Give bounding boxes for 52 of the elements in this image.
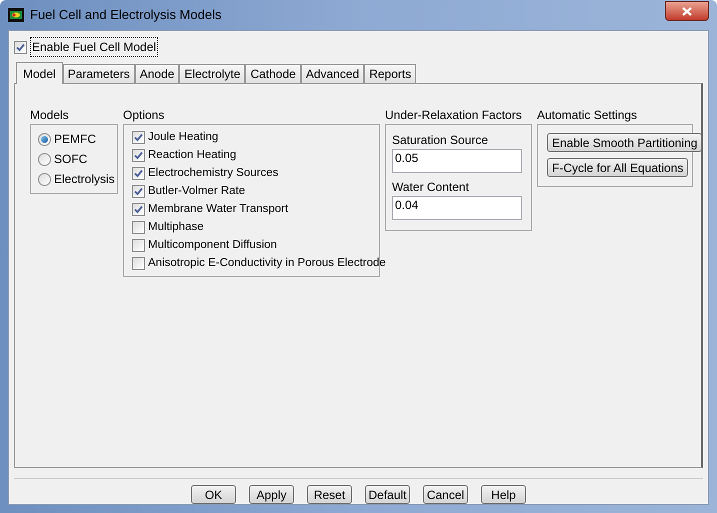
- input-field[interactable]: 0.04: [392, 196, 522, 220]
- group-title: Automatic Settings: [537, 107, 638, 124]
- settings-button[interactable]: Enable Smooth Partitioning: [547, 133, 702, 152]
- tab[interactable]: Electrolyte: [179, 64, 246, 83]
- dialog-button[interactable]: Apply: [249, 485, 294, 504]
- tab[interactable]: Cathode: [245, 64, 301, 83]
- radio-button[interactable]: [38, 172, 51, 186]
- radio-button[interactable]: [38, 132, 51, 146]
- checkbox[interactable]: [14, 40, 27, 54]
- checkbox-label: Enable Fuel Cell Model: [30, 37, 158, 57]
- close-icon: [682, 6, 692, 16]
- checkbox[interactable]: [132, 167, 145, 180]
- checkbox-label: Multicomponent Diffusion: [148, 238, 277, 253]
- input-field[interactable]: 0.05: [392, 149, 522, 173]
- checkbox[interactable]: [132, 257, 145, 270]
- close-button[interactable]: [665, 1, 709, 21]
- field-label: Water Content: [392, 179, 470, 196]
- window-title: Fuel Cell and Electrolysis Models: [30, 6, 222, 24]
- checkbox[interactable]: [132, 185, 145, 198]
- tab[interactable]: Anode: [134, 64, 180, 83]
- checkbox[interactable]: [132, 131, 145, 144]
- checkbox-label: Butler-Volmer Rate: [148, 184, 246, 199]
- tab[interactable]: Parameters: [62, 64, 135, 83]
- dialog-button[interactable]: Reset: [307, 485, 352, 504]
- tab[interactable]: Model: [16, 62, 63, 84]
- checkbox-label: Reaction Heating: [148, 148, 236, 163]
- radio-label: SOFC: [54, 151, 88, 168]
- checkbox[interactable]: [132, 239, 145, 252]
- app-icon: [8, 8, 24, 22]
- checkbox-label: Joule Heating: [148, 130, 218, 145]
- tab[interactable]: Reports: [364, 64, 416, 83]
- checkbox-label: Multiphase: [148, 220, 204, 235]
- radio-label: Electrolysis: [54, 171, 115, 188]
- checkmark-icon: [16, 42, 25, 52]
- settings-button[interactable]: F-Cycle for All Equations: [547, 158, 688, 177]
- dialog-button[interactable]: Default: [365, 485, 410, 504]
- dialog-button[interactable]: OK: [191, 485, 236, 504]
- dialog-button[interactable]: Cancel: [423, 485, 468, 504]
- checkbox-label: Membrane Water Transport: [148, 202, 288, 217]
- radio-label: PEMFC: [54, 131, 96, 148]
- dialog-button[interactable]: Help: [481, 485, 526, 504]
- checkbox[interactable]: [132, 221, 145, 234]
- field-label: Saturation Source: [392, 132, 490, 149]
- group-title: Options: [123, 107, 166, 124]
- radio-button[interactable]: [38, 152, 51, 166]
- checkbox-label: Electrochemistry Sources: [148, 166, 278, 181]
- group-title: Under-Relaxation Factors: [385, 107, 523, 124]
- checkbox[interactable]: [132, 203, 145, 216]
- group-title: Models: [30, 107, 70, 124]
- checkbox[interactable]: [132, 149, 145, 162]
- tab[interactable]: Advanced: [300, 64, 364, 83]
- checkbox-label: Anisotropic E-Conductivity in Porous Electrode: [148, 256, 386, 271]
